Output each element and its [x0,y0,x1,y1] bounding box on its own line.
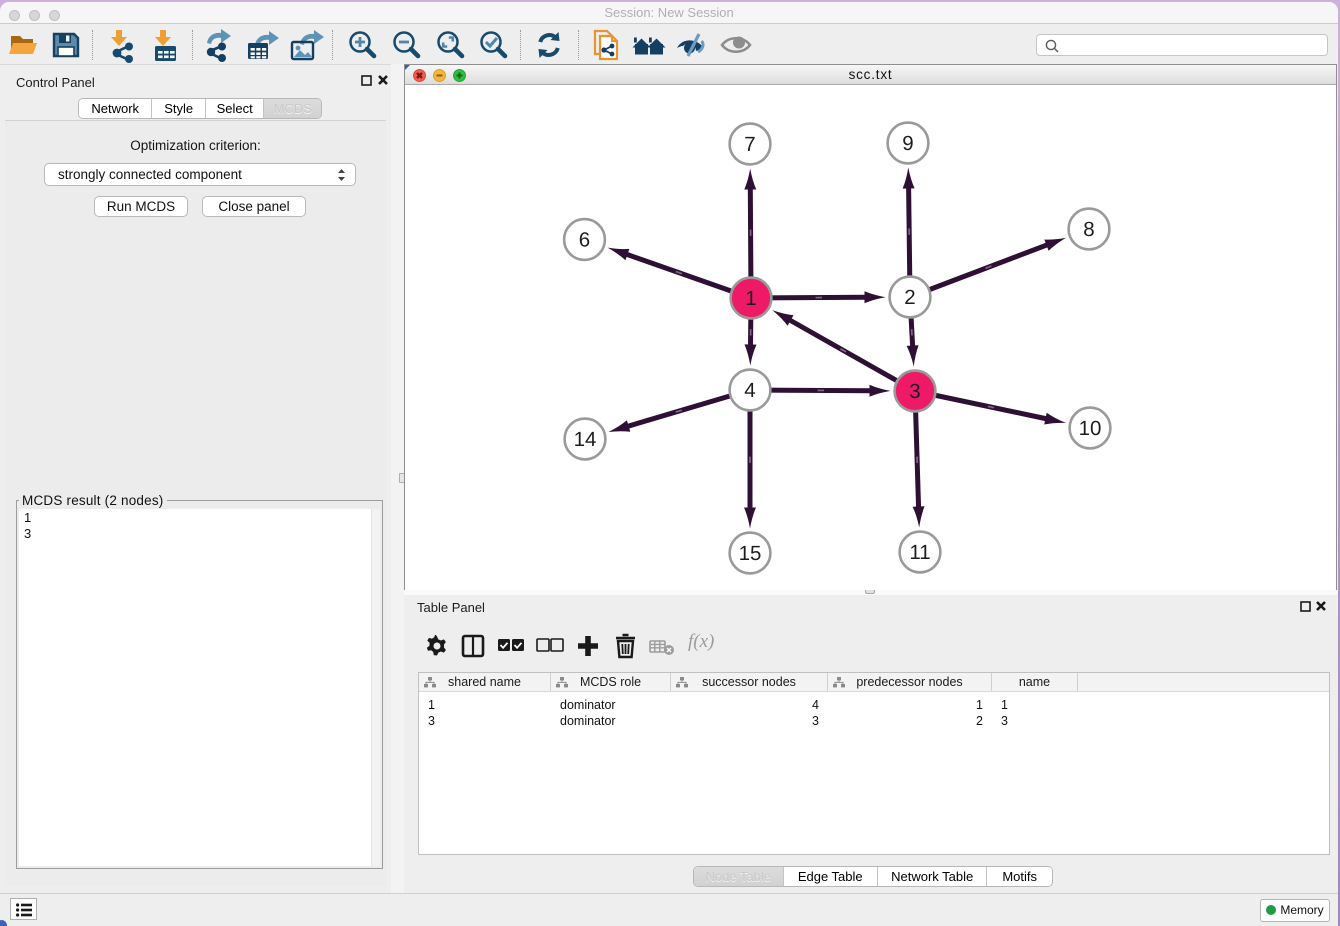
svg-text:9: 9 [902,132,913,155]
svg-text:10: 10 [1079,417,1102,440]
svg-text:2: 2 [904,286,915,309]
svg-text:11: 11 [909,541,930,564]
svg-text:4: 4 [744,379,755,402]
svg-text:15: 15 [739,542,762,565]
svg-text:3: 3 [909,380,920,403]
svg-text:7: 7 [744,133,755,156]
svg-text:8: 8 [1083,218,1094,241]
svg-text:6: 6 [579,229,590,252]
svg-text:1: 1 [745,287,756,310]
svg-text:14: 14 [574,428,597,451]
